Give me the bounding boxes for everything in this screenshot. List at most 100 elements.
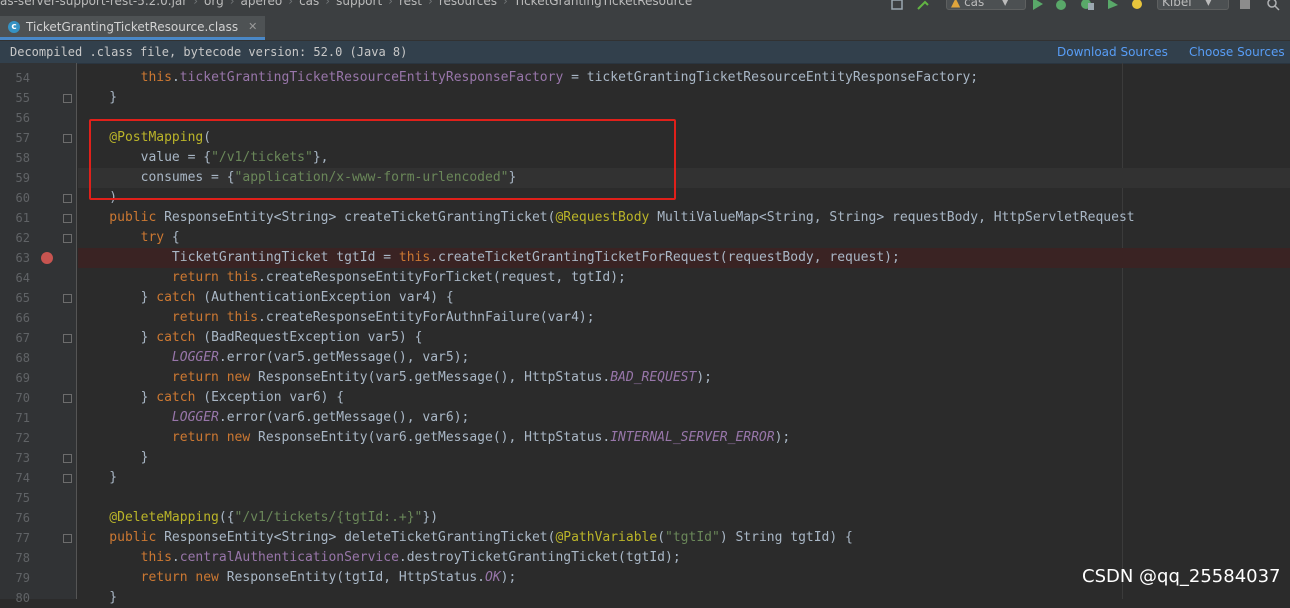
fold-marker-icon[interactable] — [63, 454, 72, 463]
code-line[interactable]: } catch (Exception var6) { — [78, 388, 1290, 408]
code-token: catch — [156, 330, 204, 345]
code-line[interactable]: return this.createResponseEntityForAuthn… — [78, 308, 1290, 328]
fold-marker-icon[interactable] — [63, 214, 72, 223]
fold-marker-icon[interactable] — [63, 294, 72, 303]
run-icon[interactable] — [1030, 0, 1044, 10]
navigation-bar: as-server-support-rest-5.2.0.jar › org › ape… — [0, 0, 1290, 12]
decompiled-message: Decompiled .class file, bytecode version… — [10, 45, 408, 59]
line-number: 66 — [15, 311, 30, 325]
code-token: ResponseEntity(var5.getMessage(), HttpSt… — [258, 370, 611, 385]
breadcrumb-item[interactable]: as-server-support-rest-5.2.0.jar — [0, 0, 187, 8]
line-number: 75 — [15, 491, 30, 505]
code-line[interactable]: LOGGER.error(var6.getMessage(), var6); — [78, 408, 1290, 428]
run-config-select[interactable]: ▲ cas ▾ — [946, 0, 1026, 10]
build-icon[interactable] — [890, 0, 904, 10]
code-line[interactable]: } catch (AuthenticationException var4) { — [78, 288, 1290, 308]
profile-select[interactable]: Kibel ▾ — [1157, 0, 1229, 10]
fold-marker-icon[interactable] — [63, 334, 72, 343]
line-number: 67 — [15, 331, 30, 345]
code-token: } — [78, 90, 118, 105]
coverage-icon[interactable] — [1080, 0, 1094, 10]
run-config-icon: ▲ — [951, 0, 961, 9]
code-line[interactable]: } catch (BadRequestException var5) { — [78, 328, 1290, 348]
code-line[interactable]: @DeleteMapping({"/v1/tickets/{tgtId:.+}"… — [78, 508, 1290, 528]
search-icon[interactable] — [1266, 0, 1280, 11]
breadcrumb-item[interactable]: TicketGrantingTicketResource — [514, 0, 693, 8]
fold-marker-icon[interactable] — [63, 194, 72, 203]
breakpoint-icon[interactable] — [41, 252, 53, 264]
stop-icon[interactable] — [1238, 0, 1252, 10]
fold-marker-icon[interactable] — [63, 534, 72, 543]
fold-marker-icon[interactable] — [63, 474, 72, 483]
code-line[interactable]: } — [78, 88, 1290, 108]
hammer-icon[interactable] — [916, 0, 930, 10]
breadcrumb-item[interactable]: rest — [399, 0, 422, 8]
code-token: } — [78, 390, 157, 405]
code-text: } catch (BadRequestException var5) { — [78, 328, 423, 348]
editor-gutter[interactable]: 54 55 56 57 58 59 60 61 62 63 64 65 66 67 68 69 70 71 72 73… — [0, 63, 77, 605]
close-icon[interactable]: ✕ — [248, 20, 257, 33]
code-token: this — [398, 250, 431, 265]
code-line[interactable]: public ResponseEntity<String> createTick… — [78, 208, 1290, 228]
chevron-down-icon: ▾ — [1205, 0, 1212, 9]
code-token: return new — [78, 370, 259, 385]
breadcrumb-item[interactable]: support — [336, 0, 382, 8]
code-token: ); — [696, 370, 712, 385]
breadcrumb-separator-icon: › — [288, 0, 294, 8]
code-token: catch — [156, 390, 204, 405]
breadcrumb-item[interactable]: apereo — [241, 0, 283, 8]
line-number: 61 — [15, 211, 30, 225]
fold-marker-icon[interactable] — [63, 234, 72, 243]
profile-icon[interactable] — [1106, 0, 1120, 10]
code-line[interactable]: public ResponseEntity<String> deleteTick… — [78, 528, 1290, 548]
code-token: } — [78, 290, 157, 305]
code-line[interactable]: } — [78, 468, 1290, 488]
code-line[interactable]: } — [78, 588, 1290, 608]
code-line[interactable]: this.ticketGrantingTicketResourceEntityR… — [78, 68, 1290, 88]
debug-icon[interactable] — [1054, 0, 1068, 10]
code-line[interactable]: return new ResponseEntity(var6.getMessag… — [78, 428, 1290, 448]
line-number: 69 — [15, 371, 30, 385]
code-token: { — [171, 230, 180, 245]
fold-marker-icon[interactable] — [63, 134, 72, 143]
code-line[interactable]: } — [78, 448, 1290, 468]
profile-label: Kibel — [1162, 0, 1192, 9]
line-number: 56 — [15, 111, 30, 125]
code-token: (AuthenticationException var4) { — [203, 290, 454, 305]
code-line[interactable]: try { — [78, 228, 1290, 248]
breadcrumb-separator-icon: › — [325, 0, 331, 8]
line-number: 60 — [15, 191, 30, 205]
fold-marker-icon[interactable] — [63, 94, 72, 103]
code-text: TicketGrantingTicket tgtId = this.create… — [78, 248, 900, 268]
code-token: (BadRequestException var5) { — [203, 330, 423, 345]
code-line[interactable]: TicketGrantingTicket tgtId = this.create… — [78, 248, 1290, 268]
code-token: this — [140, 70, 172, 85]
code-line[interactable]: LOGGER.error(var5.getMessage(), var5); — [78, 348, 1290, 368]
line-number: 59 — [15, 171, 30, 185]
code-token: @RequestBody — [555, 210, 658, 225]
code-token: .createTicketGrantingTicketForRequest(re… — [430, 250, 900, 265]
code-line[interactable]: return this.createResponseEntityForTicke… — [78, 268, 1290, 288]
attach-icon[interactable] — [1130, 0, 1144, 10]
code-line[interactable]: this.centralAuthenticationService.destro… — [78, 548, 1290, 568]
code-token: TicketGrantingTicket tgtId = — [78, 250, 399, 265]
download-sources-link[interactable]: Download Sources — [1057, 41, 1168, 63]
code-token: "/v1/tickets/{tgtId:.+}" — [234, 510, 423, 525]
code-line[interactable] — [78, 488, 1290, 508]
breadcrumb-item[interactable]: resources — [439, 0, 497, 8]
fold-marker-icon[interactable] — [63, 394, 72, 403]
highlight-annotation-box — [89, 119, 676, 200]
code-token: public — [78, 530, 165, 545]
code-text: LOGGER.error(var6.getMessage(), var6); — [78, 408, 469, 428]
code-token: @DeleteMapping — [78, 510, 219, 525]
line-number: 77 — [15, 531, 30, 545]
code-token: ( — [657, 530, 666, 545]
breadcrumb-item[interactable]: cas — [299, 0, 319, 8]
tab-ticket-granting-ticket-resource[interactable]: c TicketGrantingTicketResource.class ✕ — [0, 16, 266, 40]
code-token: = ticketGrantingTicketResourceEntityResp… — [563, 70, 979, 85]
choose-sources-link[interactable]: Choose Sources — [1189, 41, 1285, 63]
code-token: .error(var5.getMessage(), var5); — [218, 350, 470, 365]
breadcrumb-item[interactable]: org — [204, 0, 224, 8]
code-line[interactable]: return new ResponseEntity(var5.getMessag… — [78, 368, 1290, 388]
breadcrumb-separator-icon: › — [229, 0, 235, 8]
